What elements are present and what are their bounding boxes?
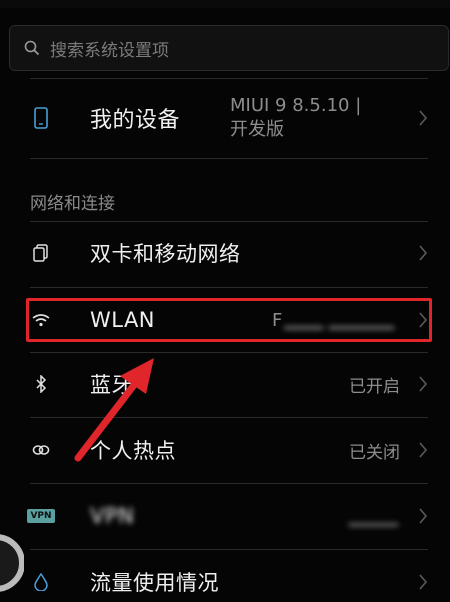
- search-placeholder: 搜索系统设置项: [50, 40, 169, 61]
- chevron-right-icon: [419, 376, 428, 392]
- highlight-box: [26, 298, 432, 342]
- bluetooth-icon: [30, 373, 52, 395]
- data-usage-icon: [30, 571, 52, 593]
- chevron-right-icon: [419, 574, 428, 590]
- vpn-icon: VPN: [27, 505, 55, 527]
- bluetooth-status: 已开启: [349, 376, 400, 397]
- my-device-label: 我的设备: [90, 108, 181, 133]
- device-version-line2: 开发版: [230, 119, 284, 140]
- divider: [30, 221, 428, 222]
- sim-card-icon: [30, 242, 52, 264]
- hotspot-status: 已关闭: [349, 442, 400, 463]
- divider: [30, 549, 428, 550]
- divider: [30, 158, 428, 159]
- chevron-right-icon: [419, 508, 428, 524]
- phone-icon: [30, 107, 52, 129]
- settings-item-my-device[interactable]: 我的设备 MIUI 9 8.5.10 | 开发版: [0, 92, 450, 144]
- chevron-right-icon: [419, 110, 428, 126]
- vpn-badge: VPN: [27, 509, 55, 523]
- chevron-right-icon: [419, 245, 428, 261]
- search-icon: [24, 40, 40, 56]
- vpn-status-redacted: ▁▁▁▁: [348, 506, 398, 526]
- settings-item-dual-sim[interactable]: 双卡和移动网络: [0, 233, 450, 273]
- search-bar[interactable]: 搜索系统设置项: [9, 25, 449, 71]
- status-bar-edge: [0, 0, 450, 8]
- divider: [30, 287, 428, 288]
- settings-item-data-usage[interactable]: 流量使用情况: [0, 562, 450, 602]
- hotspot-icon: [30, 439, 52, 461]
- chevron-right-icon: [419, 442, 428, 458]
- dual-sim-label: 双卡和移动网络: [90, 242, 241, 266]
- divider: [30, 78, 428, 79]
- settings-item-vpn[interactable]: VPN VPN ▁▁▁▁: [0, 496, 450, 536]
- annotation-arrow-icon: [74, 358, 154, 462]
- floating-assistant-button[interactable]: [0, 530, 24, 596]
- vpn-label: VPN: [90, 504, 135, 528]
- section-header-network: 网络和连接: [30, 194, 115, 214]
- divider: [30, 483, 428, 484]
- device-version-line1: MIUI 9 8.5.10 |: [230, 95, 362, 116]
- data-usage-label: 流量使用情况: [90, 571, 219, 595]
